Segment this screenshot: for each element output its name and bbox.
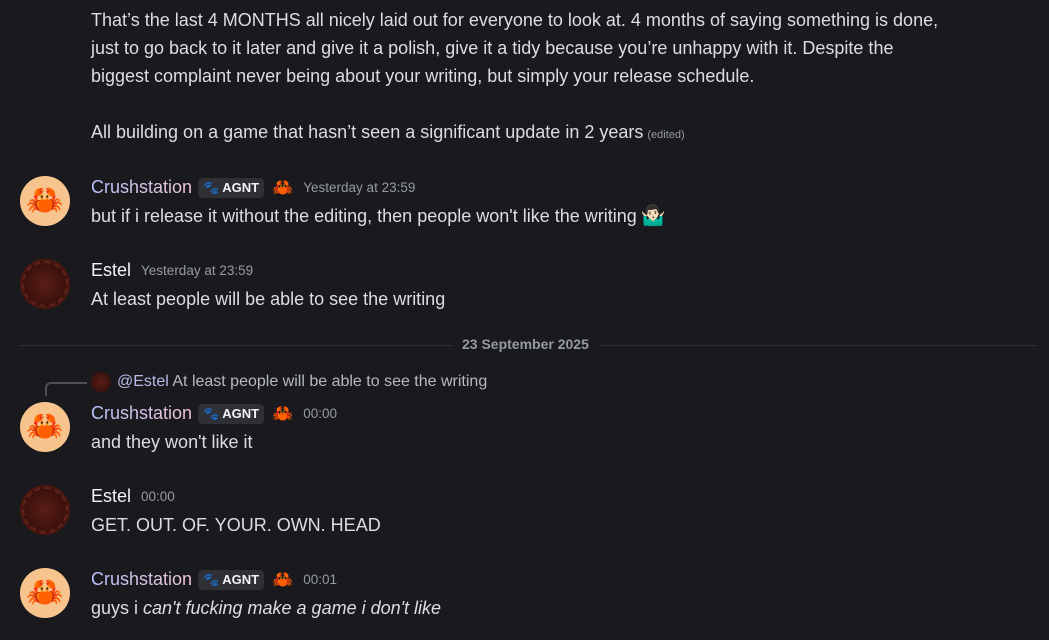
- server-tag[interactable]: 🐾 AGNT: [198, 403, 265, 424]
- message-header: Estel Yesterday at 23:59: [91, 260, 253, 281]
- message-body: GET. OUT. OF. YOUR. OWN. HEAD: [91, 511, 381, 539]
- avatar[interactable]: [20, 259, 70, 309]
- server-tag[interactable]: 🐾 AGNT: [198, 177, 265, 198]
- server-tag-label: AGNT: [222, 406, 260, 421]
- message-text: but if i release it without the editing,…: [91, 206, 637, 226]
- server-tag-label: AGNT: [222, 572, 260, 587]
- message-line: That’s the last 4 MONTHS all nicely laid…: [91, 10, 939, 30]
- message-header: Crushstation 🐾 AGNT 🦀 Yesterday at 23:59: [91, 177, 415, 198]
- username[interactable]: Estel: [91, 260, 131, 281]
- reply-preview[interactable]: @Estel At least people will be able to s…: [117, 373, 487, 391]
- paw-icon: 🐾: [203, 179, 220, 195]
- username[interactable]: Crushstation: [91, 177, 192, 198]
- message-text: At least people will be able to see the …: [91, 289, 446, 309]
- avatar[interactable]: 🦀: [20, 176, 70, 226]
- message-text: and they won't like it: [91, 432, 253, 452]
- message-header: Crushstation 🐾 AGNT 🦀 00:00: [91, 403, 337, 424]
- message-text: GET. OUT. OF. YOUR. OWN. HEAD: [91, 515, 381, 535]
- reply-avatar: [91, 372, 111, 392]
- edited-label: (edited): [647, 129, 685, 141]
- message-line: biggest complaint never being about your…: [91, 66, 755, 86]
- timestamp[interactable]: Yesterday at 23:59: [303, 180, 415, 195]
- reply-mention[interactable]: @Estel: [117, 373, 169, 390]
- message-text: guys i: [91, 598, 144, 618]
- timestamp[interactable]: 00:00: [303, 406, 337, 421]
- message-body: At least people will be able to see the …: [91, 285, 445, 313]
- message-italic-text: can't fucking make a game i don't like: [143, 598, 442, 618]
- message-body: but if i release it without the editing,…: [91, 202, 666, 230]
- message-text: All building on a game that hasn’t seen …: [91, 122, 644, 142]
- shrug-emoji-icon: 🤷🏻‍♂️: [640, 205, 666, 227]
- timestamp[interactable]: Yesterday at 23:59: [141, 263, 253, 278]
- server-tag[interactable]: 🐾 AGNT: [198, 569, 265, 590]
- crab-icon[interactable]: 🦀: [272, 404, 293, 424]
- reply-text: At least people will be able to see the …: [172, 373, 488, 390]
- crab-icon[interactable]: 🦀: [272, 570, 293, 590]
- crab-icon: 🦀: [26, 184, 64, 217]
- username[interactable]: Crushstation: [91, 569, 192, 590]
- timestamp[interactable]: 00:01: [303, 572, 337, 587]
- message-continuation: That’s the last 4 MONTHS all nicely laid…: [91, 6, 938, 90]
- username[interactable]: Estel: [91, 486, 131, 507]
- avatar[interactable]: 🦀: [20, 568, 70, 618]
- reply-connector: [45, 382, 87, 396]
- avatar-image: [22, 487, 68, 533]
- message-line: just to go back to it later and give it …: [91, 38, 894, 58]
- avatar[interactable]: 🦀: [20, 402, 70, 452]
- server-tag-label: AGNT: [222, 180, 260, 195]
- crab-icon[interactable]: 🦀: [272, 178, 293, 198]
- message-body: and they won't like it: [91, 428, 253, 456]
- message-header: Estel 00:00: [91, 486, 175, 507]
- date-divider-label: 23 September 2025: [452, 336, 599, 352]
- paw-icon: 🐾: [203, 405, 220, 421]
- message-paragraph: All building on a game that hasn’t seen …: [91, 118, 685, 149]
- message-header: Crushstation 🐾 AGNT 🦀 00:01: [91, 569, 337, 590]
- crab-icon: 🦀: [26, 410, 64, 443]
- paw-icon: 🐾: [203, 571, 220, 587]
- avatar[interactable]: [20, 485, 70, 535]
- avatar-image: [22, 261, 68, 307]
- message-body: guys i can't fucking make a game i don't…: [91, 594, 441, 622]
- crab-icon: 🦀: [26, 576, 64, 609]
- username[interactable]: Crushstation: [91, 403, 192, 424]
- chat-messages: That’s the last 4 MONTHS all nicely laid…: [0, 0, 1049, 640]
- timestamp[interactable]: 00:00: [141, 489, 175, 504]
